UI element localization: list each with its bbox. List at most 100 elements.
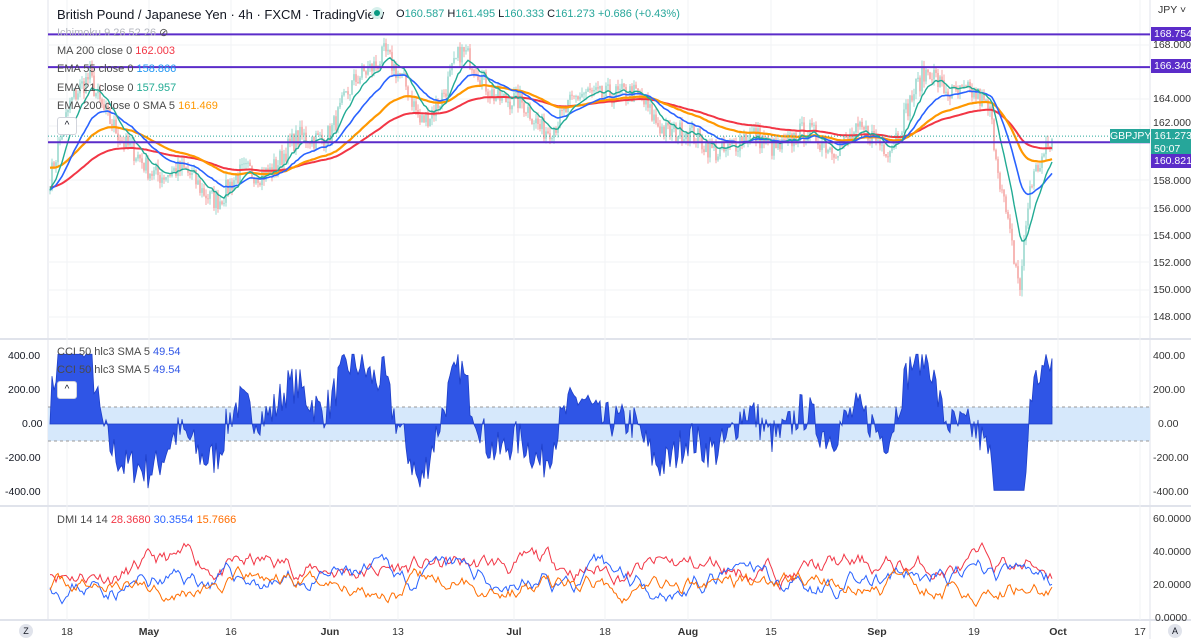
cci-tick: -400.00 <box>1153 486 1189 498</box>
candle-body <box>821 142 823 151</box>
candle-body <box>689 127 691 142</box>
time-tick: 18 <box>599 626 611 638</box>
candle-body <box>249 162 251 167</box>
chart-canvas[interactable] <box>0 0 1191 639</box>
candle-body <box>993 119 995 150</box>
candle-body <box>825 142 827 153</box>
collapse-cci-button[interactable]: ^ <box>57 381 77 399</box>
legend-ma200[interactable]: MA 200 close 0 162.003 <box>57 45 175 57</box>
candle-body <box>283 153 285 165</box>
candle-body <box>173 168 175 171</box>
candle-body <box>669 125 671 137</box>
currency-dropdown[interactable]: JPY ˅ <box>1158 4 1186 16</box>
legend-dmi[interactable]: DMI 14 14 28.3680 30.3554 15.7666 <box>57 514 236 526</box>
candle-body <box>595 87 597 90</box>
candle-body <box>445 93 447 97</box>
cci-left-tick: -400.00 <box>5 486 41 498</box>
candle-body <box>561 109 563 111</box>
candle-body <box>707 142 709 158</box>
candle-body <box>963 85 965 87</box>
candle-body <box>617 86 619 90</box>
auto-scale-button[interactable]: A <box>1168 624 1182 638</box>
candle-body <box>691 124 693 128</box>
candle-body <box>77 93 79 100</box>
cci-left-tick: 400.00 <box>8 350 41 362</box>
candle-body <box>923 66 925 82</box>
candle-body <box>403 72 405 74</box>
candle-body <box>919 77 921 92</box>
candle-body <box>1037 165 1039 172</box>
candle-body <box>609 84 611 97</box>
legend-ichimoku[interactable]: Ichimoku 9 26 52 26 ⊘ <box>57 26 168 39</box>
candle-body <box>199 180 201 193</box>
candle-body <box>1013 240 1015 264</box>
candle-body <box>551 138 553 140</box>
candle-body <box>661 126 663 134</box>
time-tick: Sep <box>867 626 887 638</box>
candle-body <box>207 198 209 200</box>
candle-body <box>147 157 149 179</box>
candle-body <box>643 99 645 105</box>
cci-tick: 0.00 <box>1158 418 1179 430</box>
legend-ema200[interactable]: EMA 200 close 0 SMA 5 161.469 <box>57 100 218 112</box>
collapse-legend-button[interactable]: ^ <box>57 117 77 135</box>
candle-body <box>163 177 165 180</box>
candle-body <box>511 105 513 110</box>
candle-body <box>463 47 465 52</box>
hline-label[interactable]: 166.340 <box>1151 59 1191 73</box>
legend-cci-2[interactable]: CCI 50 hlc3 SMA 5 49.54 <box>57 364 181 376</box>
candle-body <box>903 109 905 133</box>
candle-body <box>281 150 283 165</box>
candle-body <box>1035 165 1037 172</box>
legend-cci-1[interactable]: CCI 50 hlc3 SMA 5 49.54 <box>57 346 181 358</box>
candle-body <box>697 128 699 143</box>
time-tick: 13 <box>392 626 404 638</box>
candle-body <box>335 116 337 131</box>
time-tick: 16 <box>225 626 237 638</box>
candle-body <box>925 69 927 82</box>
candle-body <box>259 183 261 186</box>
candle-body <box>953 85 955 87</box>
candle-body <box>443 92 445 94</box>
candle-body <box>341 95 343 103</box>
candle-body <box>385 43 387 52</box>
price-tick: 156.000 <box>1153 203 1191 215</box>
candle-body <box>223 202 225 205</box>
candle-body <box>527 106 529 113</box>
candle-body <box>1043 154 1045 157</box>
candle-body <box>295 130 297 152</box>
hline-label[interactable]: 160.821 <box>1151 154 1191 168</box>
candle-body <box>845 136 847 138</box>
candle-body <box>587 88 589 92</box>
cci-left-tick: 200.00 <box>8 384 41 396</box>
hline-label[interactable]: 168.754 <box>1151 27 1191 41</box>
candle-body <box>857 123 859 127</box>
candle-body <box>931 79 933 81</box>
dmi-plus-line <box>49 541 1053 591</box>
candle-body <box>225 179 227 203</box>
candle-body <box>365 71 367 75</box>
candle-body <box>461 47 463 63</box>
candle-body <box>339 102 341 108</box>
legend-ema55[interactable]: EMA 55 close 0 158.866 <box>57 63 176 75</box>
candle-body <box>997 159 999 173</box>
candle-body <box>713 145 715 148</box>
candle-body <box>349 94 351 96</box>
candle-body <box>1015 263 1017 267</box>
candle-body <box>381 46 383 65</box>
time-tick: Oct <box>1049 626 1067 638</box>
candle-body <box>301 126 303 136</box>
legend-ema21[interactable]: EMA 21 close 0 157.957 <box>57 82 176 94</box>
candle-body <box>523 102 525 113</box>
candle-body <box>881 144 883 146</box>
candle-body <box>883 144 885 155</box>
candle-body <box>235 175 237 181</box>
price-tick: 150.000 <box>1153 284 1191 296</box>
candle-body <box>885 154 887 157</box>
candle-body <box>865 125 867 130</box>
candle-body <box>671 129 673 137</box>
z-button[interactable]: Z <box>19 624 33 638</box>
hidden-eye-icon: ⊘ <box>159 27 169 39</box>
price-tick: 164.000 <box>1153 93 1191 105</box>
dmi-tick: 20.0000 <box>1153 579 1191 591</box>
